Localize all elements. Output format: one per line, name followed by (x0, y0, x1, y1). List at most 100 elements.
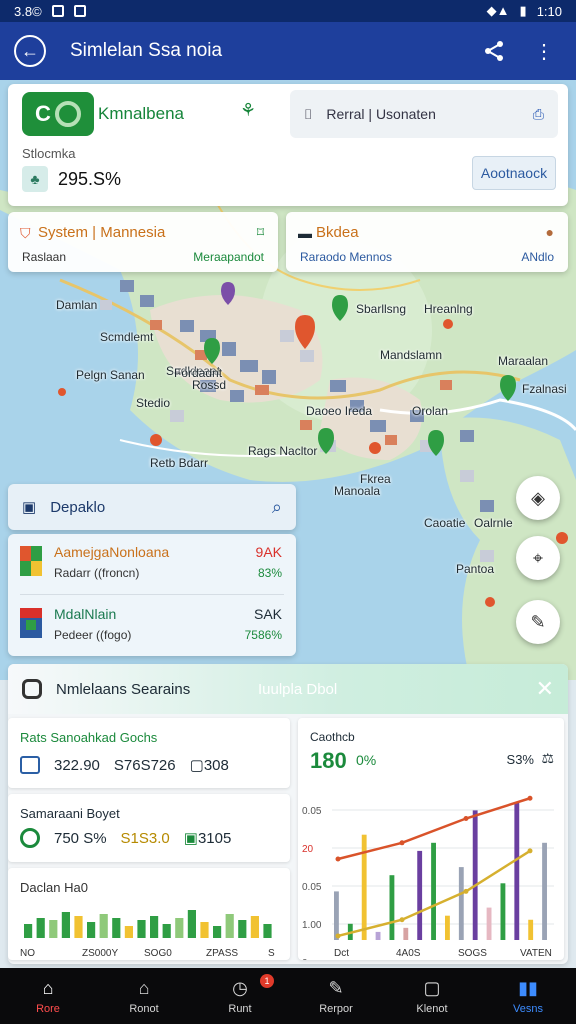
bar (361, 834, 367, 940)
map-label: Caoatie (424, 516, 466, 530)
bar (528, 919, 534, 940)
mini-card-bar-chart[interactable]: Daclan Ha0 NO ZS000Y SOG0 ZPASS S (8, 868, 290, 960)
stock-list: AamejgaNonloana Radarr ((froncn) 9AK 83%… (8, 534, 296, 656)
mini-card-title: Samaraani Boyet (20, 806, 120, 821)
map-label: Fzalnasi (522, 382, 567, 396)
summary-card: C Kmnalbena ⚘ ⌷ Rerral | Usonaten ⎙ Stlo… (8, 84, 568, 206)
bar (458, 867, 464, 940)
bar (87, 922, 96, 938)
nav-clock[interactable]: ◷ 1 Runt (192, 968, 288, 1024)
tick-label: 20 (302, 844, 314, 855)
stat-label: Stlocmka (22, 146, 76, 161)
bar (375, 931, 381, 940)
map-label: Scmdlemt (100, 330, 154, 344)
action-button[interactable]: Aootnaock (472, 156, 556, 190)
data-point (335, 933, 341, 939)
export-icon[interactable]: ⎙ (533, 106, 544, 123)
map-label: Oalrnle (474, 516, 513, 530)
list-item[interactable]: MdalNlain Pedeer ((fogo) SAK 7586% (8, 596, 296, 656)
depot-search[interactable]: ▣ Depaklo ⌕ (8, 484, 296, 530)
nav-label: Vesns (513, 1002, 543, 1015)
brand-logo: C (22, 92, 94, 136)
app-title: Simlelan Ssa noia (70, 40, 223, 61)
bar (263, 924, 272, 938)
shield-icon: ⛉ (20, 225, 31, 241)
analytics-panel: Nmlelaans Searains Iuulpla Dbol ✕ Rats S… (8, 664, 568, 964)
stock-sub: Pedeer ((fogo) (54, 628, 132, 642)
tag-icon: ▣ (22, 499, 37, 516)
bar (200, 922, 209, 938)
bar (150, 916, 159, 938)
info-card-bkdea[interactable]: ▬ Bkdea ● Raraodo Mennos ANdlo (286, 212, 568, 272)
share-button[interactable] (476, 33, 512, 69)
stat-value-row: ♣ 295.S% (22, 166, 121, 192)
list-item[interactable]: AamejgaNonloana Radarr ((froncn) 9AK 83% (8, 534, 296, 594)
back-button[interactable]: ← (14, 35, 46, 67)
share-icon (485, 41, 503, 61)
map-label: Rags Nacltor (248, 444, 318, 458)
tick-label: NO (20, 948, 35, 959)
mini-value: 322.90 (54, 756, 100, 774)
nav-square[interactable]: ▢ Klenot (384, 968, 480, 1024)
bar (472, 810, 478, 940)
nav-stats[interactable]: ▮▮ Vesns (480, 968, 576, 1024)
mini-value: 750 S% (54, 829, 107, 847)
wallet-icon (20, 756, 40, 774)
location-icon: ● (545, 224, 554, 240)
info-card-system[interactable]: ⛉ System | Mannesia ⌑ Raslaan Meraapando… (8, 212, 278, 272)
info-card-title: Bkdea (316, 224, 359, 241)
mini-card-stats[interactable]: Rats Sanoahkad Gochs 322.90 S76S726 ▢308 (8, 718, 290, 788)
bar (514, 802, 520, 940)
nav-edit[interactable]: ✎ Rerpor (288, 968, 384, 1024)
data-point (399, 917, 405, 923)
bar (500, 883, 506, 940)
mini-value: ▢308 (189, 757, 229, 774)
search-icon[interactable]: ⌕ (272, 497, 282, 518)
navigation-button[interactable]: ◈ (516, 476, 560, 520)
tick-label: 1.00 (302, 920, 322, 931)
close-icon[interactable]: ✕ (536, 676, 554, 702)
bar (24, 924, 33, 938)
more-button[interactable]: ⋮ (526, 33, 562, 69)
timer-icon (20, 828, 40, 848)
bar (74, 916, 83, 938)
nav-label: Rore (36, 1002, 60, 1015)
map-label: Mandslamn (380, 348, 443, 362)
edit-icon: ✎ (328, 977, 344, 998)
stock-value: 9AK (255, 544, 282, 560)
map-label: Hreanlng (424, 302, 473, 316)
line-chart-card[interactable]: Caothcb 180 0% S3% ⚖ 0.05200.051.000Dct4… (298, 718, 564, 960)
bookmark-icon: ⌑ (256, 224, 264, 240)
line-chart: 0.05 20 0.05 1.00 0 Dct 4A0S SOGS VATEN (302, 795, 554, 960)
report-search[interactable]: ⌷ Rerral | Usonaten ⎙ (290, 90, 558, 138)
nav-label: Klenot (416, 1002, 448, 1015)
tick-label: Dct (334, 948, 349, 959)
notification-icon (51, 5, 64, 17)
nav-building[interactable]: ⌂ Ronot (96, 968, 192, 1024)
flag-icon (20, 546, 42, 576)
notification-badge: 1 (260, 974, 274, 988)
data-point (527, 848, 533, 854)
map-label: Maraalan (498, 354, 549, 368)
location-button[interactable]: ⌖ (516, 536, 560, 580)
bar (542, 842, 547, 940)
nav-home[interactable]: ⌂ Rore (0, 968, 96, 1024)
stat-value: 295.S% (58, 168, 122, 189)
bar (36, 918, 45, 938)
clock-icon: ◷ (232, 977, 248, 998)
map-label: Pantoa (456, 562, 495, 576)
info-card-sub-right: Meraapandot (193, 250, 264, 264)
tick-label: ZS000Y (82, 948, 118, 959)
stock-value: SAK (253, 606, 282, 622)
data-point (399, 840, 405, 846)
depot-search-label: Depaklo (50, 498, 106, 516)
mini-card-budget[interactable]: Samaraani Boyet 750 S% S1S3.0 ▣3105 (8, 794, 290, 862)
square-icon: ▢ (423, 977, 441, 998)
draw-button[interactable]: ✎ (516, 600, 560, 644)
app-bar: ← Simlelan Ssa noia ⋮ (0, 22, 576, 80)
map-label: Damlan (56, 298, 98, 312)
bar (112, 918, 121, 938)
map-label: Manoala (334, 484, 381, 498)
bar (213, 926, 222, 938)
nav-label: Ronot (129, 1002, 159, 1015)
